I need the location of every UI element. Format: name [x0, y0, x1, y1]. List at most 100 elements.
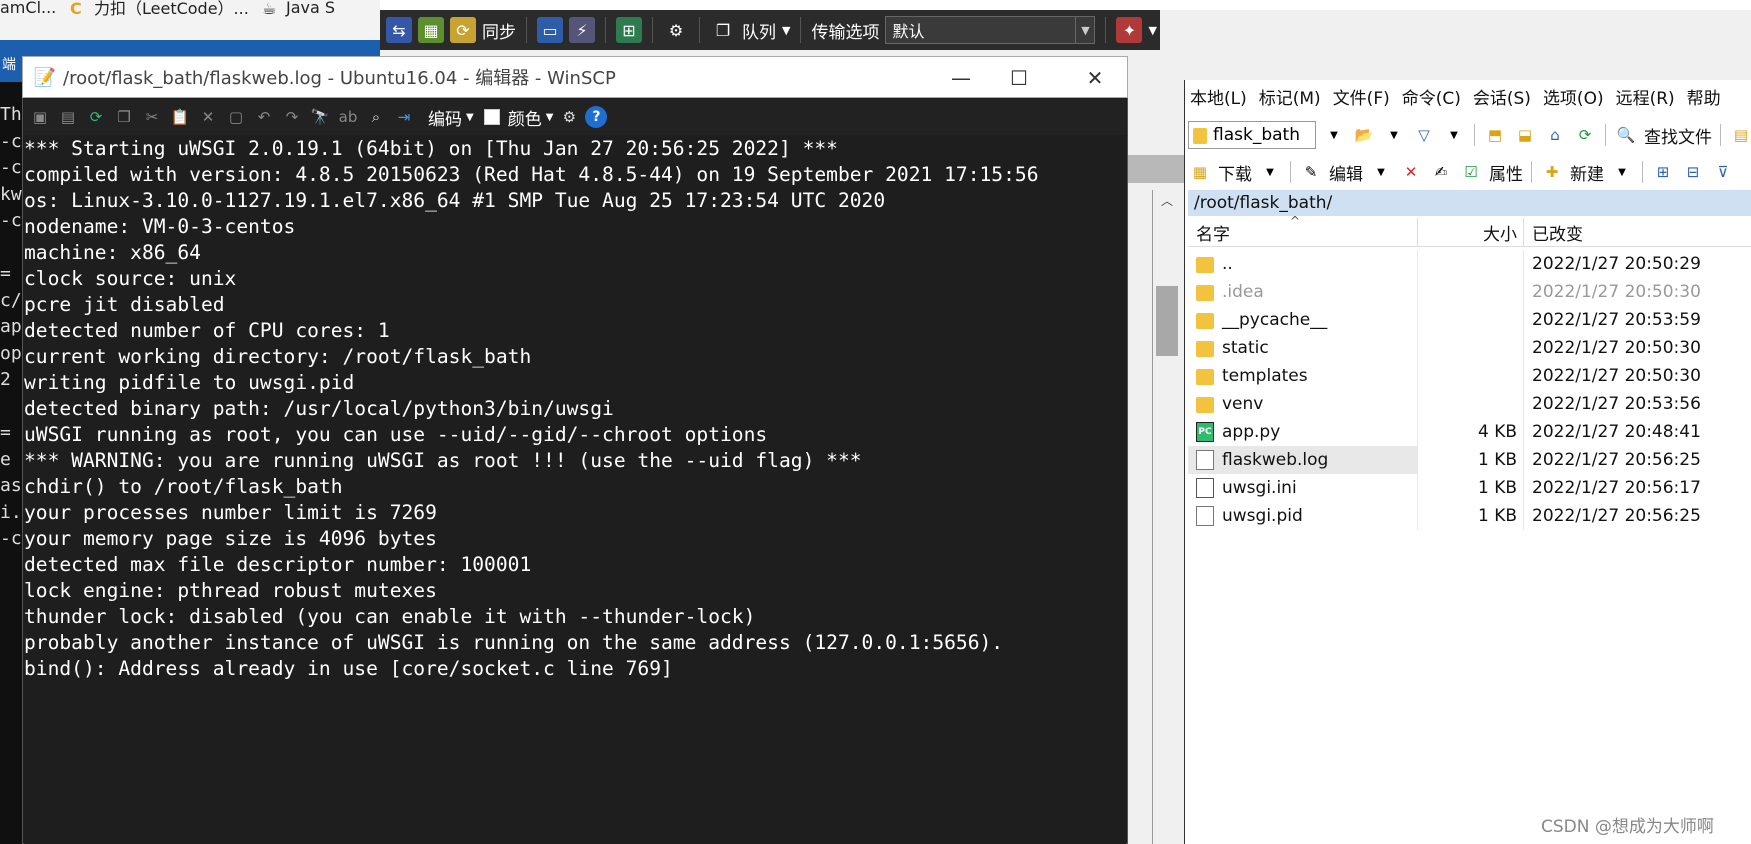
column-header-name[interactable]: 名字 ^: [1188, 214, 1418, 246]
browser-tab-leetcode[interactable]: C 力扣（LeetCode）...: [70, 0, 249, 18]
filter-icon[interactable]: ▽: [1412, 123, 1436, 147]
gear-icon[interactable]: ⚙: [557, 105, 581, 129]
chevron-down-icon[interactable]: ▼: [1369, 160, 1393, 184]
menu-local[interactable]: 本地(L): [1190, 84, 1247, 112]
open-folder-icon[interactable]: 📂: [1352, 123, 1376, 147]
menu-remote[interactable]: 远程(R): [1616, 84, 1675, 112]
synchronize-browsing-icon[interactable]: ▦: [418, 17, 444, 43]
home-icon[interactable]: ⌂: [1543, 123, 1567, 147]
file-row-flaskweb-log[interactable]: flaskweb.log 1 KB 2022/1/27 20:56:25: [1188, 446, 1751, 474]
rename-icon[interactable]: ✍: [1429, 160, 1453, 184]
properties-icon[interactable]: ☑: [1459, 160, 1483, 184]
menu-session[interactable]: 会话(S): [1473, 84, 1531, 112]
select-all-icon[interactable]: ⊞: [1651, 160, 1675, 184]
text-file-icon: [1196, 450, 1214, 470]
redo-icon[interactable]: ↷: [280, 105, 304, 129]
sync-label[interactable]: 同步: [482, 18, 516, 43]
copy-icon[interactable]: ❐: [112, 105, 136, 129]
find-files-button[interactable]: 查找文件: [1644, 123, 1712, 148]
paste-icon[interactable]: 📋: [168, 105, 192, 129]
editor-text-area[interactable]: *** Starting uWSGI 2.0.19.1 (64bit) on […: [24, 136, 1126, 844]
menu-commands[interactable]: 命令(C): [1402, 84, 1461, 112]
edit-button[interactable]: 编辑: [1329, 160, 1363, 185]
filter-select-icon[interactable]: ⊽: [1711, 160, 1735, 184]
unselect-icon[interactable]: ⊟: [1681, 160, 1705, 184]
color-dropdown-arrow[interactable]: ▼: [546, 112, 554, 123]
file-name: flaskweb.log: [1222, 450, 1329, 470]
current-path-bar[interactable]: /root/flask_bath/: [1188, 190, 1751, 216]
chevron-down-icon[interactable]: ▼: [1442, 123, 1466, 147]
queue-dropdown-arrow[interactable]: ▼: [782, 24, 790, 37]
refresh-icon[interactable]: ⟳: [1573, 123, 1597, 147]
file-row-templates[interactable]: templates 2022/1/27 20:50:30: [1188, 362, 1751, 390]
file-row-parent[interactable]: .. 2022/1/27 20:50:29: [1188, 250, 1751, 278]
file-row-pycache[interactable]: __pycache__ 2022/1/27 20:53:59: [1188, 306, 1751, 334]
queue-icon[interactable]: ❐: [710, 17, 736, 43]
menu-help[interactable]: 帮助: [1687, 84, 1721, 112]
save-all-icon[interactable]: ▤: [56, 105, 80, 129]
tree-toggle-icon[interactable]: ▤: [1729, 123, 1751, 147]
browser-tab[interactable]: amCl...: [0, 0, 56, 17]
column-header-modified[interactable]: 已改变: [1524, 218, 1744, 246]
download-icon[interactable]: ▦: [1188, 160, 1212, 184]
delete-icon[interactable]: ✕: [196, 105, 220, 129]
root-directory-icon[interactable]: ⬓: [1513, 123, 1537, 147]
chevron-down-icon[interactable]: ▼: [1258, 160, 1282, 184]
chevron-down-icon[interactable]: ▼: [1382, 123, 1406, 147]
preferences-dropdown-arrow[interactable]: ▼: [1148, 24, 1156, 37]
column-header-size[interactable]: 大小: [1418, 218, 1524, 246]
browser-tab-java[interactable]: ☕ Java S: [262, 0, 335, 18]
cut-icon[interactable]: ✂: [140, 105, 164, 129]
encoding-dropdown-arrow[interactable]: ▼: [466, 112, 474, 123]
chevron-down-icon[interactable]: ▼: [1610, 160, 1634, 184]
find-icon[interactable]: 🔭: [308, 105, 332, 129]
scroll-up-icon[interactable]: ︿: [1156, 190, 1178, 210]
open-directory-icon[interactable]: ⊞: [616, 17, 642, 43]
minimize-button[interactable]: —: [933, 57, 989, 99]
delete-icon[interactable]: ✕: [1399, 160, 1423, 184]
color-button[interactable]: 颜色: [508, 105, 542, 130]
undo-icon[interactable]: ↶: [252, 105, 276, 129]
new-button[interactable]: 新建: [1570, 160, 1604, 185]
edit-icon[interactable]: ✎: [1299, 160, 1323, 184]
help-icon[interactable]: ?: [585, 106, 608, 128]
editor-titlebar[interactable]: 📝 /root/flask_bath/flaskweb.log - Ubuntu…: [22, 56, 1128, 98]
file-row-static[interactable]: static 2022/1/27 20:50:30: [1188, 334, 1751, 362]
file-row-app-py[interactable]: PC app.py 4 KB 2022/1/27 20:48:41: [1188, 418, 1751, 446]
menu-options[interactable]: 选项(O): [1543, 84, 1604, 112]
file-row-idea[interactable]: .idea 2022/1/27 20:50:30: [1188, 278, 1751, 306]
replace-icon[interactable]: ab: [336, 105, 360, 129]
file-row-uwsgi-ini[interactable]: uwsgi.ini 1 KB 2022/1/27 20:56:17: [1188, 474, 1751, 502]
close-button[interactable]: ✕: [1067, 57, 1123, 99]
save-icon[interactable]: ▣: [28, 105, 52, 129]
file-row-venv[interactable]: venv 2022/1/27 20:53:56: [1188, 390, 1751, 418]
gear-icon[interactable]: ⚙: [663, 17, 689, 43]
queue-button[interactable]: 队列: [742, 18, 776, 43]
select-all-icon[interactable]: ▢: [224, 105, 248, 129]
maximize-button[interactable]: ☐: [991, 57, 1047, 99]
reload-icon[interactable]: ⟳: [84, 105, 108, 129]
compare-directories-icon[interactable]: ⇆: [386, 17, 412, 43]
synchronize-icon[interactable]: ⟳: [450, 17, 476, 43]
editor-line: nodename: VM-0-3-centos: [24, 215, 296, 238]
parent-directory-icon[interactable]: ⬒: [1483, 123, 1507, 147]
transfer-profile-select[interactable]: 默认 ▼: [885, 16, 1096, 44]
file-row-uwsgi-pid[interactable]: uwsgi.pid 1 KB 2022/1/27 20:56:25: [1188, 502, 1751, 530]
new-icon[interactable]: ✚: [1540, 160, 1564, 184]
download-button[interactable]: 下载: [1218, 160, 1252, 185]
menu-mark[interactable]: 标记(M): [1259, 84, 1321, 112]
chevron-down-icon[interactable]: ▼: [1322, 123, 1346, 147]
encoding-button[interactable]: 编码: [428, 105, 462, 130]
sort-ascending-icon: ^: [1290, 214, 1301, 228]
menu-files[interactable]: 文件(F): [1333, 84, 1390, 112]
terminal-icon[interactable]: ▭: [537, 17, 563, 43]
goto-line-icon[interactable]: ⇥: [392, 105, 416, 129]
properties-button[interactable]: 属性: [1489, 160, 1523, 185]
find-files-icon[interactable]: 🔍: [1614, 123, 1638, 147]
remote-path-combo[interactable]: flask_bath: [1188, 121, 1316, 149]
scrollbar-thumb[interactable]: [1156, 286, 1178, 356]
putty-icon[interactable]: ⚡: [569, 17, 595, 43]
color-checkbox[interactable]: [483, 109, 500, 125]
preferences-icon[interactable]: ✦: [1116, 17, 1143, 43]
find-next-icon[interactable]: ⌕: [364, 105, 388, 129]
